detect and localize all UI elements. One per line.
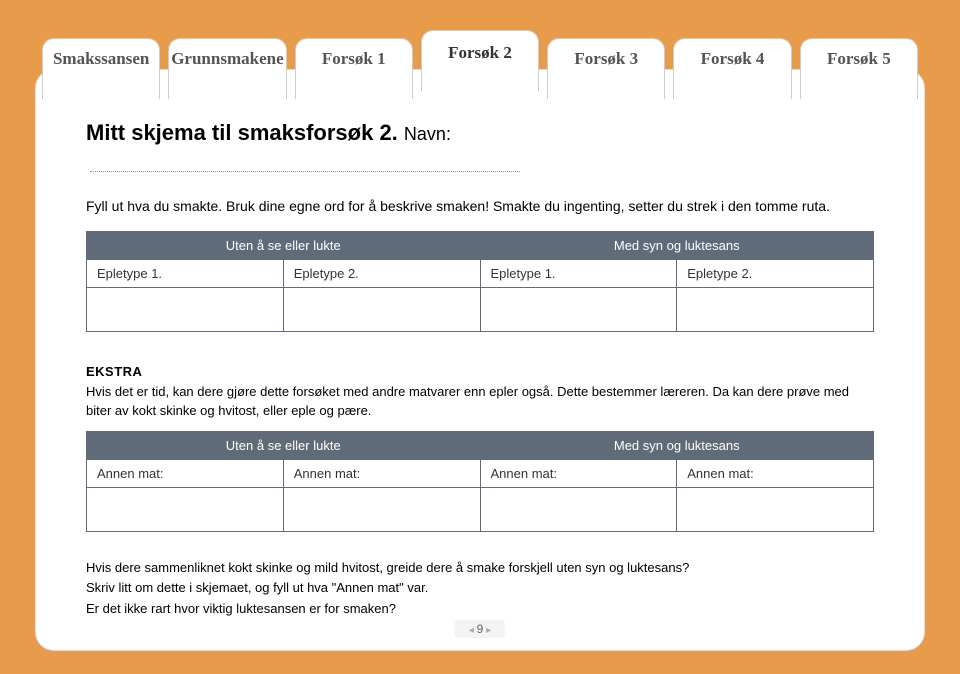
- table2-cell1[interactable]: [87, 487, 284, 531]
- footer-text: Hvis dere sammenliknet kokt skinke og mi…: [86, 558, 874, 620]
- table2-col4: Annen mat:: [677, 459, 874, 487]
- tab-bar: Smakssansen Grunnsmakene Forsøk 1 Forsøk…: [42, 30, 918, 91]
- footer-line2: Skriv litt om dette i skjemaet, og fyll …: [86, 578, 874, 599]
- table2-col3: Annen mat:: [480, 459, 677, 487]
- table1-cell4[interactable]: [677, 288, 874, 332]
- tab-forsok-3[interactable]: Forsøk 3: [547, 38, 665, 99]
- title-main: Mitt skjema til smaksforsøk 2.: [86, 120, 398, 145]
- table2-cell3[interactable]: [480, 487, 677, 531]
- table2-col1: Annen mat:: [87, 459, 284, 487]
- table1-cell2[interactable]: [283, 288, 480, 332]
- extra-section: EKSTRA Hvis det er tid, kan dere gjøre d…: [86, 362, 874, 421]
- tab-grunnsmakene[interactable]: Grunnsmakene: [168, 38, 286, 99]
- table2-cell2[interactable]: [283, 487, 480, 531]
- table2-cell4[interactable]: [677, 487, 874, 531]
- tab-smakssansen[interactable]: Smakssansen: [42, 38, 160, 99]
- name-input-line[interactable]: [90, 171, 520, 172]
- table2-header-right: Med syn og luktesans: [480, 431, 874, 459]
- table1-col4: Epletype 2.: [677, 260, 874, 288]
- table1-col2: Epletype 2.: [283, 260, 480, 288]
- taste-table-2: Uten å se eller lukte Med syn og luktesa…: [86, 431, 874, 532]
- extra-label: EKSTRA: [86, 364, 142, 379]
- taste-table-1: Uten å se eller lukte Med syn og luktesa…: [86, 231, 874, 332]
- extra-text: Hvis det er tid, kan dere gjøre dette fo…: [86, 384, 849, 419]
- table2-col2: Annen mat:: [283, 459, 480, 487]
- worksheet-page: Mitt skjema til smaksforsøk 2. Navn: Fyl…: [36, 70, 924, 650]
- table1-col3: Epletype 1.: [480, 260, 677, 288]
- tab-forsok-1[interactable]: Forsøk 1: [295, 38, 413, 99]
- table1-header-left: Uten å se eller lukte: [87, 232, 481, 260]
- title-name-label: Navn:: [404, 124, 451, 144]
- footer-line1: Hvis dere sammenliknet kokt skinke og mi…: [86, 558, 874, 579]
- page-number: 9: [455, 620, 505, 638]
- footer-line3: Er det ikke rart hvor viktig luktesansen…: [86, 599, 874, 620]
- tab-forsok-2[interactable]: Forsøk 2: [421, 30, 539, 91]
- tab-forsok-5[interactable]: Forsøk 5: [800, 38, 918, 99]
- intro-text: Fyll ut hva du smakte. Bruk dine egne or…: [86, 196, 874, 217]
- table1-col1: Epletype 1.: [87, 260, 284, 288]
- table1-header-right: Med syn og luktesans: [480, 232, 874, 260]
- table2-header-left: Uten å se eller lukte: [87, 431, 481, 459]
- page-title: Mitt skjema til smaksforsøk 2. Navn:: [86, 120, 874, 172]
- table1-cell3[interactable]: [480, 288, 677, 332]
- table1-cell1[interactable]: [87, 288, 284, 332]
- tab-forsok-4[interactable]: Forsøk 4: [673, 38, 791, 99]
